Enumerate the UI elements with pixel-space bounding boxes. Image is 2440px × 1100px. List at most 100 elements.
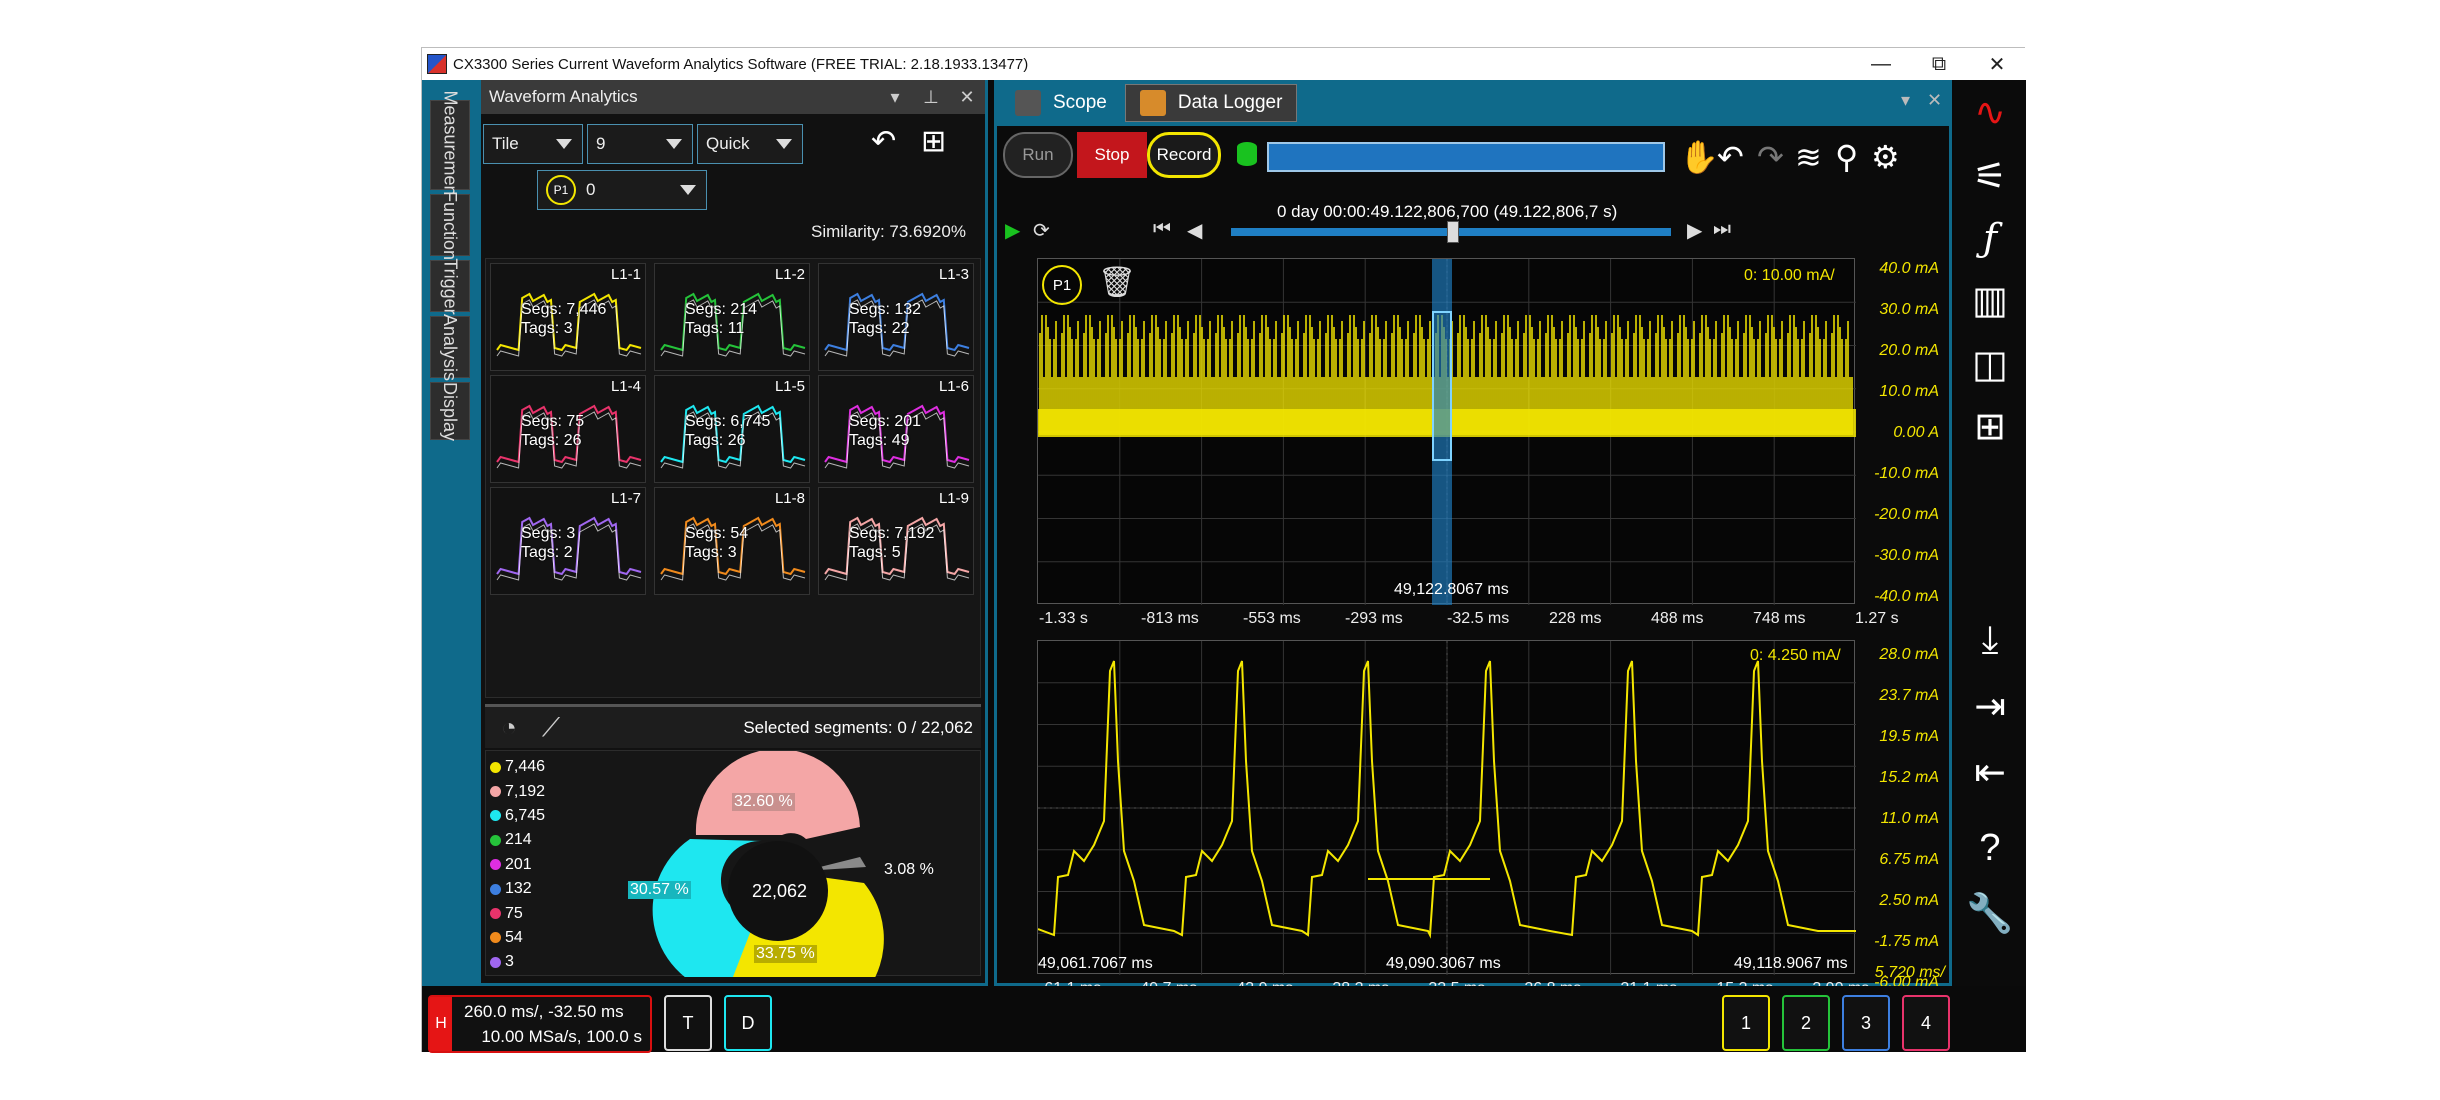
y-tick-label: 2.50 mA — [1879, 892, 1939, 909]
x-tick-label: 748 ms — [1753, 610, 1806, 627]
redo-icon[interactable]: ↷ — [1757, 138, 1784, 176]
tab-function[interactable]: Function — [430, 190, 470, 260]
horizontal-line1: 260.0 ms/, -32.50 ms — [464, 1002, 624, 1021]
timeline-slider[interactable] — [1231, 221, 1671, 243]
probe-marker[interactable]: P1 — [1042, 265, 1082, 305]
tile-tags: Tags: 2 — [521, 544, 573, 561]
tab-data-logger[interactable]: Data Logger — [1124, 84, 1298, 122]
probe-select[interactable]: P1 0 — [537, 170, 707, 210]
waveform-tile[interactable]: L1-6 Segs: 201 Tags: 49 — [818, 375, 974, 483]
panel-menu-icon[interactable]: ▾ — [877, 87, 913, 108]
function-icon[interactable]: ƒ — [1964, 212, 2016, 264]
line-chart-icon[interactable]: ⟋ — [533, 712, 569, 744]
chevron-down-icon — [556, 139, 572, 149]
close-button[interactable]: ✕ — [1968, 52, 2026, 77]
waveform-tile[interactable]: L1-7 Segs: 3 Tags: 2 — [490, 487, 646, 595]
refresh-icon[interactable]: ⟳ — [1033, 218, 1050, 243]
channel-2-button[interactable]: 2 — [1782, 995, 1830, 1051]
probe-tool-icon[interactable]: ⚟ — [1964, 150, 2016, 202]
tab-trigger[interactable]: Trigger — [430, 258, 470, 314]
scope-icon — [1015, 90, 1041, 116]
mode-select[interactable]: Quick — [697, 124, 803, 164]
play-icon[interactable]: ▶ — [1005, 218, 1020, 243]
pin-icon[interactable]: ⊥ — [913, 87, 949, 108]
zoom-window-highlight — [1432, 311, 1452, 461]
minimize-button[interactable]: — — [1852, 53, 1910, 76]
hand-icon[interactable]: ✋ — [1679, 138, 1719, 176]
y-tick-label: 28.0 mA — [1879, 646, 1939, 663]
pie-label-yellow: 33.75 % — [754, 945, 817, 963]
channel-1-button[interactable]: 1 — [1722, 995, 1770, 1051]
tile-tags: Tags: 5 — [849, 544, 901, 561]
y-tick-label: 30.0 mA — [1879, 301, 1939, 318]
waveform-tile[interactable]: L1-5 Segs: 6,745 Tags: 26 — [654, 375, 810, 483]
histogram-icon[interactable]: ▥ — [1964, 274, 2016, 326]
export-icon[interactable]: ⇤ — [1964, 746, 2016, 798]
probe-icon[interactable]: ⚲ — [1835, 138, 1858, 176]
skip-end-icon[interactable]: ⏭ — [1713, 218, 1731, 241]
horizontal-letter: H — [430, 997, 452, 1051]
chevron-down-icon — [776, 139, 792, 149]
step-forward-icon[interactable]: ▶ — [1687, 218, 1702, 243]
waveform-tile[interactable]: L1-3 Segs: 132 Tags: 22 — [818, 263, 974, 371]
waveform-tile[interactable]: L1-8 Segs: 54 Tags: 3 — [654, 487, 810, 595]
step-back-icon[interactable]: ◀ — [1187, 218, 1202, 243]
tile-segs: Segs: 54 — [685, 525, 749, 542]
waveform-analytics-panel: Waveform Analytics ▾ ⊥ ✕ Tile 9 Quick ↶ … — [478, 80, 988, 986]
tile-segs: Segs: 75 — [521, 413, 585, 430]
channel-4-button[interactable]: 4 — [1902, 995, 1950, 1051]
undo-icon[interactable]: ↶ — [1717, 138, 1744, 176]
tab-scope[interactable]: Scope — [1001, 84, 1121, 122]
tile-segs: Segs: 6,745 — [685, 413, 771, 430]
run-button[interactable]: Run — [1003, 132, 1073, 178]
stop-button[interactable]: Stop — [1077, 132, 1147, 178]
waveform-tile[interactable]: L1-9 Segs: 7,192 Tags: 5 — [818, 487, 974, 595]
lower-time-center: 49,090.3067 ms — [1386, 955, 1501, 972]
waveform-icon[interactable]: ≋ — [1795, 138, 1822, 176]
channel-3-button[interactable]: 3 — [1842, 995, 1890, 1051]
import-icon[interactable]: ⇥ — [1964, 680, 2016, 732]
upper-waveform-view[interactable]: P1 🗑 0: 10.00 mA/ 49,122.8067 ms — [1037, 258, 1856, 605]
tree-icon[interactable]: ⊞ — [921, 124, 946, 159]
timeline-knob[interactable] — [1447, 221, 1459, 243]
pie-chart-icon[interactable]: ◔ — [491, 712, 527, 743]
restore-button[interactable]: ⧉ — [1910, 53, 1968, 76]
horizontal-settings[interactable]: H 260.0 ms/, -32.50 ms 10.00 MSa/s, 100.… — [428, 995, 652, 1053]
gear-icon[interactable]: ⚙ — [1871, 138, 1900, 176]
app-logo-icon — [427, 54, 447, 74]
x-tick-label: 228 ms — [1549, 610, 1602, 627]
trigger-button[interactable]: T — [664, 995, 712, 1051]
waveform-tile[interactable]: L1-2 Segs: 214 Tags: 11 — [654, 263, 810, 371]
waveform-tile[interactable]: L1-4 Segs: 75 Tags: 26 — [490, 375, 646, 483]
y-tick-label: -20.0 mA — [1874, 506, 1939, 523]
download-icon[interactable]: ⤓ — [1964, 614, 2016, 666]
tab-analysis[interactable]: Analysis — [430, 313, 470, 381]
wrench-icon[interactable]: 🔧 — [1964, 888, 2016, 940]
layout-icon[interactable]: ◫ — [1964, 338, 2016, 390]
table-icon[interactable]: ⊞ — [1964, 400, 2016, 452]
record-button[interactable]: Record — [1147, 132, 1221, 178]
tile-tags: Tags: 26 — [521, 432, 582, 449]
panel-close-icon[interactable]: ✕ — [949, 87, 985, 108]
pie-label-pink: 32.60 % — [732, 793, 795, 811]
trash-icon[interactable]: 🗑 — [1098, 265, 1136, 300]
x-tick-label: -1.33 s — [1039, 610, 1088, 627]
waveform-tile[interactable]: L1-1 Segs: 7,446 Tags: 3 — [490, 263, 646, 371]
tab-display[interactable]: Display — [430, 381, 470, 441]
tab-measurement[interactable]: Measurement — [430, 90, 470, 200]
tile-count-select[interactable]: 9 — [587, 124, 693, 164]
tab-menu-icon[interactable]: ▾ — [1901, 90, 1910, 111]
data-logger-icon — [1139, 90, 1166, 116]
segment-toolbar: ◔ ⟋ Selected segments: 0 / 22,062 — [485, 704, 981, 748]
y-tick-label: 15.2 mA — [1879, 769, 1939, 786]
y-tick-label: 11.0 mA — [1880, 810, 1939, 827]
tab-close-icon[interactable]: ✕ — [1927, 90, 1942, 111]
lower-waveform-view[interactable]: 0: 4.250 mA/ 49,061.7067 ms 49,090.3067 … — [1037, 640, 1856, 975]
skip-start-icon[interactable]: ⏮ — [1153, 218, 1171, 241]
undo-icon[interactable]: ↶ — [871, 124, 896, 159]
layout-select[interactable]: Tile — [483, 124, 583, 164]
tile-name: L1-3 — [938, 266, 969, 283]
right-toolbar: ∿ ⚟ ƒ ▥ ◫ ⊞ ⤓ ⇥ ⇤ ? 🔧 — [1954, 80, 2026, 986]
help-icon[interactable]: ? — [1964, 822, 2016, 874]
display-button[interactable]: D — [724, 995, 772, 1051]
